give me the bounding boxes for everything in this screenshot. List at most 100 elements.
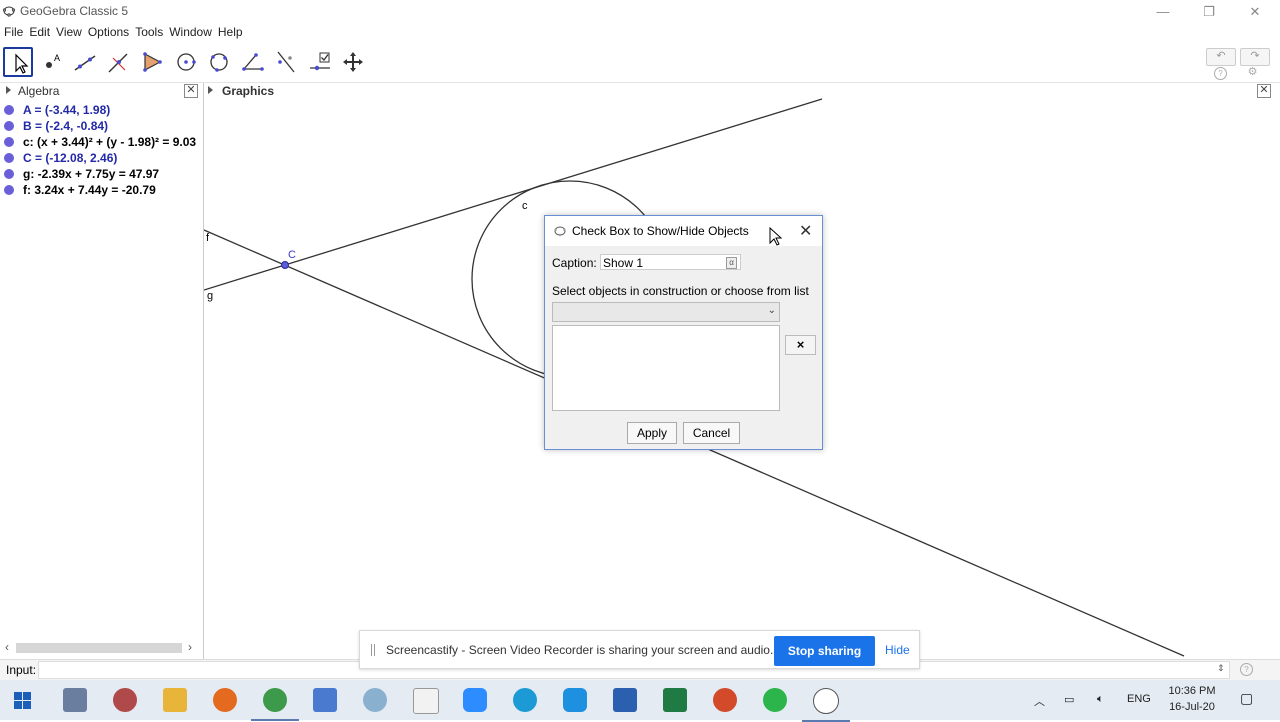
files-app-icon[interactable]: [313, 688, 337, 712]
tray-chevron-icon[interactable]: ︿: [1034, 693, 1045, 709]
excel-icon[interactable]: [663, 688, 687, 712]
select-objects-label: Select objects in construction or choose…: [552, 284, 809, 298]
cancel-button[interactable]: Cancel: [683, 422, 740, 444]
caption-value[interactable]: Show 1: [603, 256, 643, 270]
circle-three-points-icon: [210, 53, 228, 72]
notepad-icon[interactable]: [413, 688, 439, 714]
move-cursor-icon: [15, 53, 29, 74]
point-tool-button[interactable]: A: [37, 47, 67, 77]
algebra-item-text[interactable]: A = (-3.44, 1.98): [23, 103, 110, 117]
maximize-button[interactable]: ❐: [1186, 0, 1232, 24]
expand-arrow-icon[interactable]: [208, 86, 213, 94]
label-c: c: [522, 200, 528, 212]
visibility-toggle-icon[interactable]: [4, 137, 14, 147]
symbol-picker-icon[interactable]: α: [726, 257, 737, 269]
volume-icon[interactable]: 🔈︎: [1097, 693, 1104, 706]
firefox-icon[interactable]: [213, 688, 237, 712]
file-explorer-icon[interactable]: [163, 688, 187, 712]
close-graphics-icon[interactable]: ✕: [1257, 84, 1271, 98]
calculator-icon[interactable]: [63, 688, 87, 712]
stop-sharing-button[interactable]: Stop sharing: [774, 636, 875, 666]
whatsapp-icon[interactable]: [763, 688, 787, 712]
settings-gear-icon[interactable]: ⚙: [1247, 67, 1258, 78]
object-select-dropdown[interactable]: ⌄: [552, 302, 780, 322]
chevron-down-icon: ⌄: [767, 305, 776, 316]
remove-object-button[interactable]: ×: [785, 335, 816, 355]
algebra-item-text[interactable]: B = (-2.4, -0.84): [23, 119, 108, 133]
taskbar: ︿ ▭ 🔈︎ ENG 10:36 PM 16-Jul-20 ▢: [0, 680, 1280, 722]
menu-edit[interactable]: Edit: [26, 24, 53, 39]
circle-three-points-tool-button[interactable]: [204, 47, 234, 77]
reflect-tool-button[interactable]: [271, 47, 301, 77]
visibility-toggle-icon[interactable]: [4, 121, 14, 131]
close-algebra-icon[interactable]: ✕: [184, 84, 198, 98]
menu-help[interactable]: Help: [215, 24, 246, 39]
graphics-title: Graphics: [222, 84, 275, 98]
move-tool-button[interactable]: [3, 47, 33, 77]
close-button[interactable]: ✕: [1232, 0, 1278, 24]
line-tool-button[interactable]: [70, 47, 100, 77]
scroll-left-icon[interactable]: ‹: [5, 640, 9, 654]
algebra-item-text[interactable]: c: (x + 3.44)² + (y - 1.98)² = 9.03: [23, 135, 196, 149]
circle-center-tool-button[interactable]: [171, 47, 201, 77]
minimize-button[interactable]: —: [1140, 0, 1186, 24]
undo-icon[interactable]: ↶: [1206, 48, 1236, 66]
visibility-toggle-icon[interactable]: [4, 185, 14, 195]
label-C: C: [288, 249, 296, 261]
scroll-right-icon[interactable]: ›: [188, 640, 192, 654]
time: 10:36 PM: [1168, 685, 1216, 697]
battery-icon[interactable]: ▭: [1064, 693, 1074, 706]
angle-tool-button[interactable]: [238, 47, 268, 77]
powerpoint-icon[interactable]: [713, 688, 737, 712]
window-title: GeoGebra Classic 5: [20, 4, 129, 18]
dialog-title: Check Box to Show/Hide Objects: [572, 224, 749, 238]
visibility-toggle-icon[interactable]: [4, 169, 14, 179]
chrome-icon[interactable]: [251, 688, 299, 721]
geogebra-taskbar-icon[interactable]: [802, 688, 850, 722]
date: 16-Jul-20: [1169, 701, 1215, 713]
scrollbar-thumb[interactable]: [16, 643, 182, 653]
algebra-item-text[interactable]: g: -2.39x + 7.75y = 47.97: [23, 167, 159, 181]
hide-banner-link[interactable]: Hide: [885, 643, 910, 657]
slider-tool-button[interactable]: [305, 47, 335, 77]
visibility-toggle-icon[interactable]: [4, 105, 14, 115]
input-help-icon[interactable]: ?: [1240, 663, 1253, 676]
pen-app-icon[interactable]: [363, 688, 387, 712]
windows-start-icon[interactable]: [14, 692, 31, 709]
menu-bar: File Edit View Options Tools Window Help: [0, 24, 1280, 42]
title-bar: GeoGebra Classic 5 — ❐ ✕: [0, 0, 1280, 24]
point-C[interactable]: [281, 261, 289, 269]
perpendicular-icon: [108, 53, 128, 73]
dialog-close-icon[interactable]: ✕: [799, 221, 812, 241]
horizontal-scrollbar[interactable]: ‹ ›: [0, 640, 203, 656]
visibility-toggle-icon[interactable]: [4, 153, 14, 163]
edge-icon[interactable]: [513, 688, 537, 712]
zoom-icon[interactable]: [463, 688, 487, 712]
word-icon[interactable]: [613, 688, 637, 712]
notifications-icon[interactable]: ▢: [1240, 690, 1253, 707]
menu-options[interactable]: Options: [85, 24, 132, 39]
menu-view[interactable]: View: [53, 24, 85, 39]
help-icon[interactable]: ?: [1214, 67, 1227, 80]
checkbox-dialog: Check Box to Show/Hide Objects ✕ Caption…: [544, 215, 823, 450]
algebra-item-text[interactable]: f: 3.24x + 7.44y = -20.79: [23, 183, 156, 197]
apply-button[interactable]: Apply: [627, 422, 677, 444]
polygon-tool-button[interactable]: [137, 47, 167, 77]
paint-app-icon[interactable]: [113, 688, 137, 712]
menu-file[interactable]: File: [0, 24, 26, 39]
language-indicator[interactable]: ENG: [1127, 693, 1151, 705]
selected-objects-list[interactable]: [552, 325, 780, 411]
input-dropdown-icon[interactable]: ⇕: [1217, 663, 1225, 674]
move-graphics-tool-button[interactable]: [338, 47, 368, 77]
algebra-item-text[interactable]: C = (-12.08, 2.46): [23, 151, 117, 165]
clock[interactable]: 10:36 PM 16-Jul-20: [1160, 683, 1224, 715]
line-icon: [74, 55, 96, 71]
expand-arrow-icon[interactable]: [6, 86, 11, 94]
redo-icon[interactable]: ↷: [1240, 48, 1270, 66]
perpendicular-tool-button[interactable]: [104, 47, 134, 77]
menu-tools[interactable]: Tools: [132, 24, 166, 39]
menu-window[interactable]: Window: [166, 24, 215, 39]
chat-app-icon[interactable]: [563, 688, 587, 712]
caption-field[interactable]: Show 1 α: [600, 254, 741, 270]
drag-handle-icon[interactable]: [371, 644, 375, 656]
